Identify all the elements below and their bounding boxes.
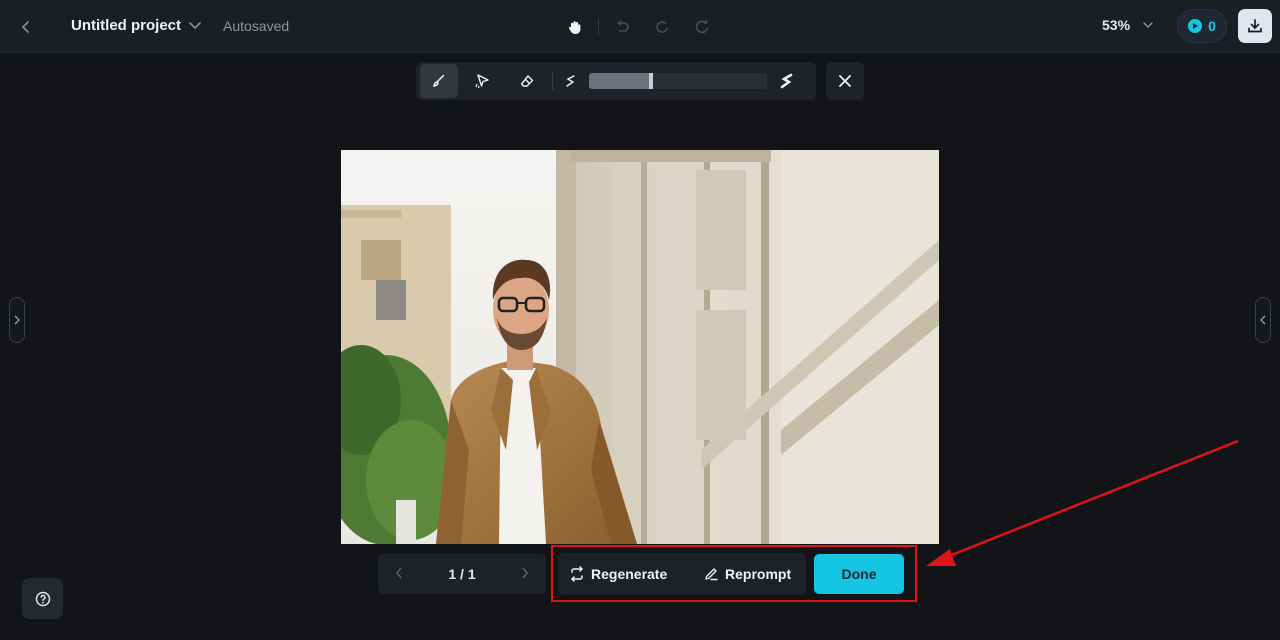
chevron-left-icon	[1260, 315, 1266, 325]
chevron-left-icon	[21, 21, 29, 33]
slider-fill	[589, 73, 651, 89]
next-result-button[interactable]	[518, 566, 532, 583]
chevron-left-icon	[396, 567, 402, 578]
save-status: Autosaved	[223, 18, 290, 34]
refresh-icon	[695, 20, 709, 34]
eraser-icon	[520, 75, 534, 87]
brush-size-slider[interactable]	[589, 73, 767, 89]
slider-thumb[interactable]	[649, 73, 653, 89]
result-pager: 1 / 1	[378, 554, 546, 594]
credits-badge[interactable]: 0	[1177, 9, 1227, 43]
download-button[interactable]	[1238, 9, 1272, 43]
chevron-right-icon	[522, 567, 528, 578]
play-icon	[1188, 19, 1203, 33]
brush-toolbar	[416, 62, 816, 100]
credits-count: 0	[1208, 18, 1216, 34]
download-icon	[1248, 19, 1262, 33]
small-brush-icon	[559, 68, 581, 94]
highlight-box	[551, 545, 917, 602]
close-icon	[839, 75, 851, 87]
result-counter: 1 / 1	[448, 566, 476, 582]
canvas-image[interactable]	[341, 150, 939, 544]
help-button[interactable]	[22, 578, 63, 619]
redo-button[interactable]	[649, 14, 675, 40]
brush-tool-button[interactable]	[420, 64, 458, 98]
top-bar: Untitled project Autosaved 53% 0	[0, 0, 1280, 53]
generated-photo	[341, 150, 939, 544]
history-toolbar	[562, 14, 715, 40]
undo-button[interactable]	[609, 14, 635, 40]
eraser-button[interactable]	[508, 64, 546, 98]
smart-select-button[interactable]	[464, 64, 502, 98]
brush-icon	[432, 74, 445, 88]
help-icon	[35, 591, 50, 606]
zoom-level[interactable]: 53%	[1102, 17, 1130, 33]
back-button[interactable]	[14, 15, 38, 39]
large-brush-icon	[775, 68, 797, 94]
toolbar-divider	[598, 18, 599, 36]
chevron-right-icon	[14, 315, 20, 325]
left-panel-toggle[interactable]	[9, 297, 25, 343]
zoom-menu-button[interactable]	[1140, 17, 1156, 33]
chevron-down-icon	[189, 22, 201, 30]
refresh-button[interactable]	[689, 14, 715, 40]
undo-icon	[617, 20, 629, 32]
pan-button[interactable]	[562, 14, 588, 40]
previous-result-button[interactable]	[392, 566, 406, 583]
project-title[interactable]: Untitled project	[71, 17, 181, 34]
chevron-down-icon	[1143, 22, 1153, 29]
smart-select-icon	[475, 74, 489, 89]
project-menu-button[interactable]	[186, 16, 204, 34]
toolbar-divider	[552, 72, 553, 90]
close-button[interactable]	[826, 62, 864, 100]
hand-icon	[568, 21, 581, 34]
right-panel-toggle[interactable]	[1255, 297, 1271, 343]
redo-icon	[656, 21, 668, 33]
